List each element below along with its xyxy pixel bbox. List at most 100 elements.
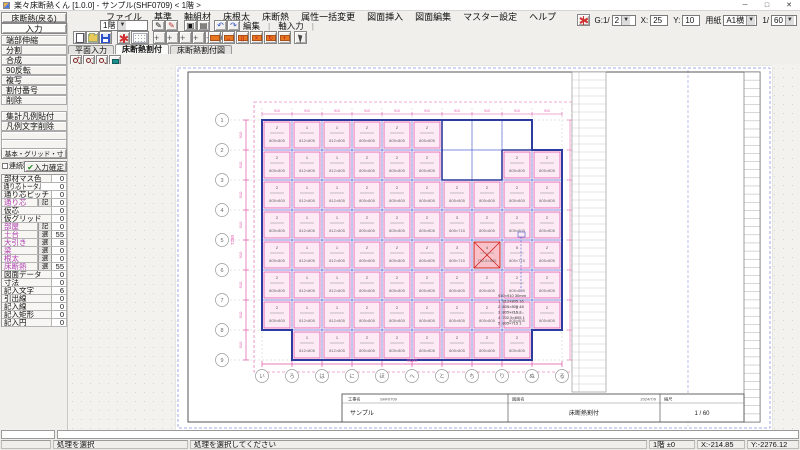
count-label: 部屋 [2,223,38,230]
redraw-icon[interactable] [117,31,130,44]
input-confirm-button[interactable]: ✔入力確定 [24,161,67,172]
command-box-main[interactable] [57,430,799,439]
panel-size: 805×805 [359,288,375,293]
title-block [342,394,744,422]
sidebar-item-4[interactable]: 90反転 [1,65,67,75]
count-select-button[interactable]: 選択 [38,231,52,238]
ins-stretch-icon[interactable]: ↔ [222,31,235,44]
count-label: 通り芯 [2,199,38,206]
floor-select[interactable]: 1階▼ [100,20,148,31]
panel-size: 805×805 [389,318,405,323]
panel-size: 812×805 [329,288,345,293]
snap-mode-icon-4[interactable]: + [192,31,205,44]
snap-mode-icon-1[interactable]: + [153,31,166,44]
tool-group-tab-1[interactable]: 編集 [243,20,260,32]
panel-size: 805×805 [359,198,375,203]
count-row: 土台選択55 [2,231,67,239]
legend-line: 3 :805×715 2 [498,310,522,315]
count-row: 部屋記号0 [2,223,67,231]
dim-col-value: 910 [364,109,370,113]
redo-icon[interactable]: ↷ [227,20,240,31]
scale-label: 縮尺 [664,396,672,403]
count-row: 大引き選択8 [2,239,67,247]
snap-mode-icon-2[interactable]: + [166,31,179,44]
print-icon[interactable]: ▤ [197,20,210,31]
sidebar-item-3[interactable]: 合成 [1,55,67,65]
pen-icon[interactable]: ✎ [152,20,165,31]
grid-toggle-icon[interactable] [131,31,149,44]
command-strip [0,430,800,440]
confirm-row: 連続 ✔入力確定 [1,160,67,172]
continuous-label: 連続 [9,161,23,171]
count-row: 記入文字6 [2,287,67,295]
count-row: 部材マス色0 [2,175,67,183]
count-label: 床断熱 [2,263,38,270]
panel-size: 805×715 [449,228,465,233]
new-document-icon[interactable] [73,31,86,44]
axis-col-label: は [319,373,325,380]
dim-row-value: 910 [238,281,243,288]
dim-total-left: 7280 [230,234,235,245]
axis-col-label: り [499,373,505,380]
undo-icon[interactable]: ↶ [214,20,227,31]
sidebar-item-1[interactable]: 端部伸縮 [1,35,67,45]
tab-平面入力[interactable]: 平面入力 [68,45,114,54]
status-bar: 処理を選択 処理を選択してください 1階 ±0 X:-214.85 Y:-227… [0,440,800,450]
count-label: 土台 [2,231,38,238]
tab-床断熱割付図[interactable]: 床断熱割付図 [170,45,232,54]
legend-line: 910×910 30mm [498,293,527,298]
dim-col-value: 910 [544,109,550,113]
sidebar-item-input[interactable]: 入力 [1,23,67,34]
continuous-checkbox[interactable] [2,163,8,169]
minimize-button[interactable]: ─ [734,0,756,11]
count-select-button[interactable]: 選択 [38,247,52,254]
sidebar-item-legend-2[interactable]: 凡例文字削除 [1,121,67,131]
save-icon[interactable] [99,31,112,44]
dim-row-value: 910 [238,341,243,348]
open-file-icon[interactable] [86,31,99,44]
panel-size: 812×805 [299,288,315,293]
count-select-button[interactable]: 記号 [38,199,52,206]
sidebar-item-6[interactable]: 割付番号 [1,85,67,95]
application-window: 楽々床断熱くん [1.0.0] - サンプル(SHF0709) < 1階 > ─… [0,0,800,450]
count-select-button[interactable]: 選択 [38,255,52,262]
count-value: 0 [52,255,67,262]
dim-total-bottom: 9100 [407,358,418,363]
sidebar-item-empty-2[interactable] [1,139,67,149]
cursor-icon[interactable] [294,31,307,44]
sidebar-item-legend-1[interactable]: 集計凡例貼付 [1,111,67,121]
grid-settings-button[interactable]: 基本・グリッド・寸法[入力] [1,148,67,159]
count-label: 大引き [2,239,38,246]
count-label: 記入矩形 [2,311,52,318]
command-box-left[interactable] [1,430,55,439]
ins-copy-icon[interactable]: + [278,31,291,44]
frame-strip-table [744,72,760,422]
axis-row-label: 7 [220,298,223,304]
ins-rotate-icon[interactable]: ↻ [264,31,277,44]
panel-size: 805×805 [419,348,435,353]
ins-input-icon[interactable] [208,31,221,44]
frame-icon[interactable]: ▣ [184,20,197,31]
ins-divide-icon[interactable]: || [236,31,249,44]
legend-line: 2 :805×805 48 [498,304,524,309]
count-value: 0 [52,183,67,190]
count-select-button[interactable]: 記号 [38,223,52,230]
maximize-button[interactable]: □ [756,0,778,11]
snap-mode-icon-3[interactable]: + [179,31,192,44]
axis-col-label: と [439,373,445,380]
tool-group-tab-2[interactable]: 軸入力 [278,20,304,32]
count-value: 0 [52,311,67,318]
drawing-canvas[interactable]: 2805×8051812×8051812×8052805×8052805×805… [68,64,800,430]
sidebar-item-2[interactable]: 分割 [1,45,67,55]
count-select-button[interactable]: 選択 [38,239,52,246]
count-select-button[interactable]: 選択 [38,263,52,270]
sidebar-item-5[interactable]: 複写 [1,75,67,85]
close-button[interactable]: ✕ [778,0,800,11]
tab-床断熱割付[interactable]: 床断熱割付 [115,44,169,54]
count-label: 記入線 [2,303,52,310]
pen-off-icon[interactable]: ✎ [165,20,178,31]
floor-insulation-back-button[interactable]: 床断熱(戻る) [1,12,67,23]
sidebar-item-7[interactable]: 削除 [1,95,67,105]
ins-merge-icon[interactable]: × [250,31,263,44]
sidebar: 入力 基本・グリッド・寸法[入力] 連続 ✔入力確定 部材マス色0通り芯トータル… [0,23,68,430]
